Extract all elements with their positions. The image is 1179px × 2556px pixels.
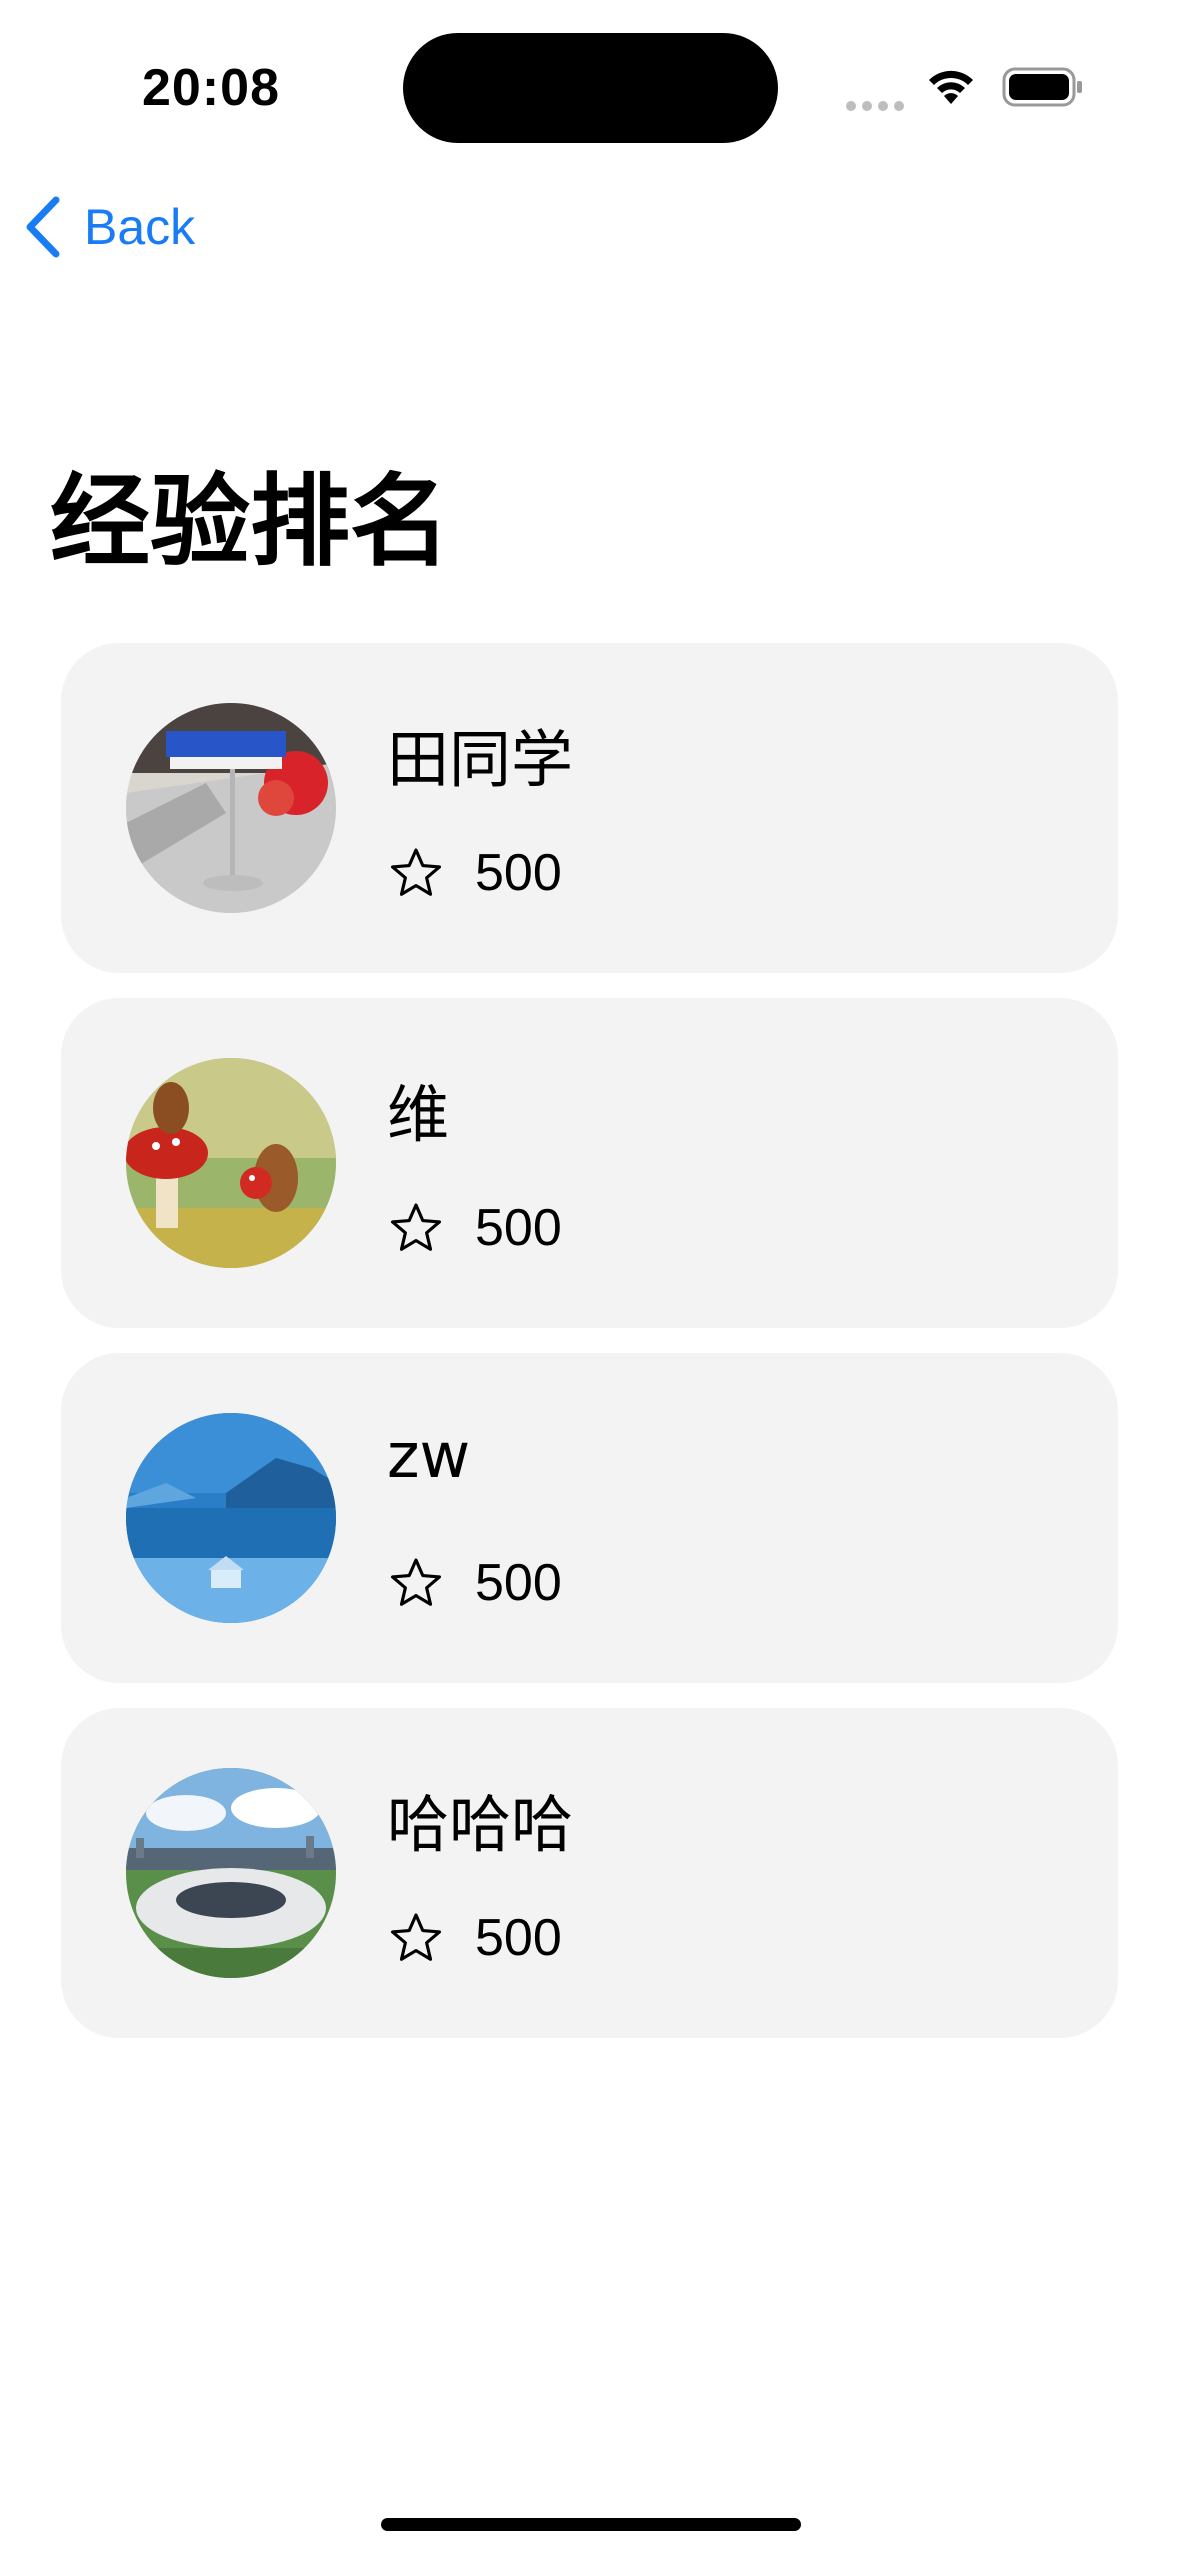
star-icon [390,1913,442,1961]
user-name: 田同学 [387,723,574,796]
avatar [126,1413,336,1623]
ranking-card[interactable]: 哈哈哈 500 [61,1708,1118,2038]
avatar [126,1768,336,1978]
battery-icon [1002,66,1084,112]
back-button[interactable]: Back [24,196,195,258]
chevron-left-icon [26,196,60,258]
user-name: 维 [387,1078,450,1151]
cellular-signal-icon [846,96,910,115]
page-title: 经验排名 [50,463,450,580]
star-icon [390,1203,442,1251]
avatar [126,703,336,913]
ranking-card[interactable]: 维 500 [61,998,1118,1328]
score-value: 500 [475,844,562,902]
ranking-card[interactable]: 田同学 500 [61,643,1118,973]
score-row: 500 [387,1198,562,1258]
status-time: 20:08 [142,59,280,117]
score-value: 500 [475,1554,562,1612]
score-value: 500 [475,1199,562,1257]
user-name: zw [387,1419,471,1492]
back-label: Back [84,199,196,255]
dynamic-island [403,33,778,143]
home-indicator[interactable] [381,2518,801,2531]
score-row: 500 [387,843,562,903]
score-row: 500 [387,1908,562,1968]
avatar [126,1058,336,1268]
star-icon [390,848,442,896]
star-icon [390,1558,442,1606]
ranking-card[interactable]: zw 500 [61,1353,1118,1683]
user-name: 哈哈哈 [387,1788,574,1861]
ranking-list: 田同学 500 维 500 zw 500 哈哈哈 500 [61,643,1118,2063]
wifi-icon [924,64,978,110]
score-value: 500 [475,1909,562,1967]
score-row: 500 [387,1553,562,1613]
